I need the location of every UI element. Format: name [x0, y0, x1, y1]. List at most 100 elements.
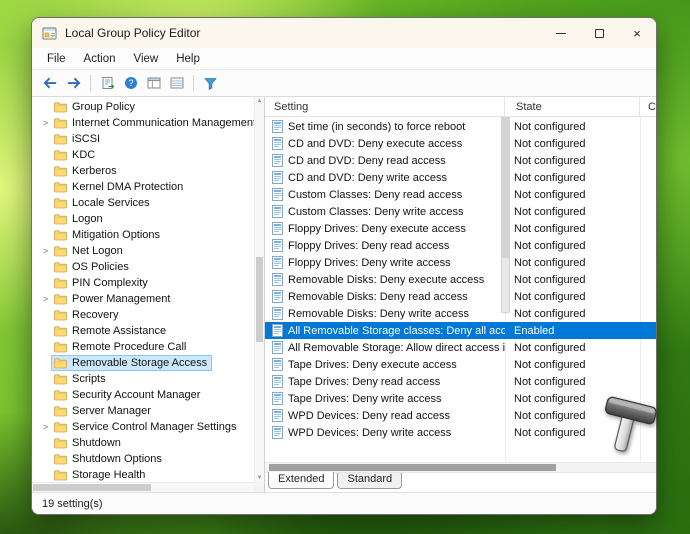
- setting-row[interactable]: Custom Classes: Deny read access Not con…: [265, 186, 656, 203]
- setting-row[interactable]: Removable Disks: Deny read access Not co…: [265, 288, 656, 305]
- tree-item[interactable]: > Mitigation Options: [32, 227, 254, 243]
- setting-row[interactable]: Tape Drives: Deny read access Not config…: [265, 373, 656, 390]
- icon-view-button[interactable]: [142, 73, 165, 94]
- tree-item-label: Net Logon: [72, 245, 123, 257]
- column-header-comment[interactable]: C: [640, 97, 656, 116]
- policy-setting-icon: [272, 358, 283, 371]
- setting-row[interactable]: Floppy Drives: Deny write access Not con…: [265, 254, 656, 271]
- scroll-up-icon[interactable]: ▲: [255, 98, 264, 104]
- tree-item[interactable]: > Kernel DMA Protection: [32, 179, 254, 195]
- tree-item[interactable]: > Scripts: [32, 371, 254, 387]
- tree-item[interactable]: > Shutdown: [32, 435, 254, 451]
- window-controls: ×: [542, 18, 656, 48]
- back-button[interactable]: [39, 73, 62, 94]
- tab-extended[interactable]: Extended: [268, 472, 334, 489]
- scroll-down-icon[interactable]: ▼: [255, 475, 264, 481]
- tree-item[interactable]: > Net Logon: [32, 243, 254, 259]
- folder-icon: [54, 374, 67, 385]
- menu-help[interactable]: Help: [167, 50, 209, 68]
- setting-row[interactable]: Tape Drives: Deny execute access Not con…: [265, 356, 656, 373]
- tree-vscroll-thumb[interactable]: [256, 257, 263, 342]
- tree-item[interactable]: > Shutdown Options: [32, 451, 254, 467]
- tree-item[interactable]: > Group Policy: [32, 99, 254, 115]
- setting-name: Tape Drives: Deny read access: [288, 376, 440, 388]
- list-vertical-scrollbar[interactable]: [501, 117, 510, 313]
- policy-setting-icon: [272, 137, 283, 150]
- tree-vertical-scrollbar[interactable]: ▲ ▼: [254, 97, 264, 482]
- setting-row[interactable]: Custom Classes: Deny write access Not co…: [265, 203, 656, 220]
- menu-view[interactable]: View: [125, 50, 168, 68]
- tree-item[interactable]: > Recovery: [32, 307, 254, 323]
- maximize-button[interactable]: [580, 18, 618, 48]
- back-icon: [43, 77, 58, 89]
- tree-item-label: Mitigation Options: [72, 229, 160, 241]
- tree-item[interactable]: > KDC: [32, 147, 254, 163]
- detail-view-icon: [170, 77, 184, 89]
- setting-row[interactable]: CD and DVD: Deny read access Not configu…: [265, 152, 656, 169]
- minimize-icon: [556, 33, 566, 34]
- policy-setting-icon: [272, 375, 283, 388]
- tree-item[interactable]: > Security Account Manager: [32, 387, 254, 403]
- tree-item[interactable]: > Service Control Manager Settings: [32, 419, 254, 435]
- setting-state: Not configured: [505, 274, 640, 286]
- policy-setting-icon: [272, 222, 283, 235]
- tree-item[interactable]: > Kerberos: [32, 163, 254, 179]
- detail-view-button[interactable]: [165, 73, 188, 94]
- console-tree-pane: > Group Policy > Internet Communication …: [32, 97, 265, 492]
- setting-row[interactable]: Floppy Drives: Deny read access Not conf…: [265, 237, 656, 254]
- tree-chevron-icon[interactable]: >: [40, 246, 51, 256]
- setting-cell: Floppy Drives: Deny read access: [265, 239, 505, 252]
- folder-icon: [54, 294, 67, 305]
- tree-hscroll-thumb[interactable]: [33, 484, 151, 491]
- setting-row[interactable]: All Removable Storage classes: Deny all …: [265, 322, 656, 339]
- setting-row[interactable]: CD and DVD: Deny execute access Not conf…: [265, 135, 656, 152]
- tree-chevron-icon[interactable]: >: [40, 294, 51, 304]
- setting-cell: Tape Drives: Deny execute access: [265, 358, 505, 371]
- setting-name: All Removable Storage: Allow direct acce…: [288, 342, 505, 354]
- setting-row[interactable]: Floppy Drives: Deny execute access Not c…: [265, 220, 656, 237]
- list-hscroll-thumb[interactable]: [269, 464, 556, 471]
- tab-standard[interactable]: Standard: [337, 472, 402, 489]
- tree-item[interactable]: > Storage Health: [32, 467, 254, 482]
- export-list-button[interactable]: [96, 73, 119, 94]
- menu-action[interactable]: Action: [75, 50, 125, 68]
- forward-button[interactable]: [62, 73, 85, 94]
- tree-item[interactable]: > Removable Storage Access: [32, 355, 254, 371]
- tree-item[interactable]: > Remote Assistance: [32, 323, 254, 339]
- tree-chevron-icon[interactable]: >: [40, 118, 51, 128]
- column-header-state[interactable]: State: [505, 97, 640, 116]
- menu-file[interactable]: File: [38, 50, 75, 68]
- tree-item-inner: Recovery: [51, 307, 123, 323]
- tree-horizontal-scrollbar[interactable]: [32, 482, 254, 492]
- tree-item[interactable]: > OS Policies: [32, 259, 254, 275]
- setting-row[interactable]: All Removable Storage: Allow direct acce…: [265, 339, 656, 356]
- close-button[interactable]: ×: [618, 18, 656, 48]
- tree-item[interactable]: > Locale Services: [32, 195, 254, 211]
- help-button[interactable]: ?: [119, 73, 142, 94]
- minimize-button[interactable]: [542, 18, 580, 48]
- setting-row[interactable]: Removable Disks: Deny execute access Not…: [265, 271, 656, 288]
- setting-row[interactable]: Removable Disks: Deny write access Not c…: [265, 305, 656, 322]
- tree-item-inner: Group Policy: [51, 99, 140, 115]
- tree-chevron-icon[interactable]: >: [40, 422, 51, 432]
- tree-item[interactable]: > Power Management: [32, 291, 254, 307]
- tree-item[interactable]: > Remote Procedure Call: [32, 339, 254, 355]
- titlebar[interactable]: Local Group Policy Editor ×: [32, 18, 656, 48]
- tree-item[interactable]: > Server Manager: [32, 403, 254, 419]
- tree-item[interactable]: > Internet Communication Management: [32, 115, 254, 131]
- tree-item[interactable]: > PIN Complexity: [32, 275, 254, 291]
- folder-icon: [54, 214, 67, 225]
- filter-button[interactable]: [199, 73, 222, 94]
- setting-state: Enabled: [505, 325, 640, 337]
- setting-name: CD and DVD: Deny read access: [288, 155, 446, 167]
- setting-name: WPD Devices: Deny read access: [288, 410, 450, 422]
- setting-cell: All Removable Storage: Allow direct acce…: [265, 341, 505, 354]
- column-header-setting[interactable]: Setting: [265, 97, 505, 116]
- list-vscroll-thumb[interactable]: [502, 118, 509, 258]
- setting-row[interactable]: CD and DVD: Deny write access Not config…: [265, 169, 656, 186]
- tree-item-inner: Remote Procedure Call: [51, 339, 191, 355]
- setting-row[interactable]: Set time (in seconds) to force reboot No…: [265, 118, 656, 135]
- tree-item-label: Remote Procedure Call: [72, 341, 186, 353]
- tree-item[interactable]: > iSCSI: [32, 131, 254, 147]
- tree-item[interactable]: > Logon: [32, 211, 254, 227]
